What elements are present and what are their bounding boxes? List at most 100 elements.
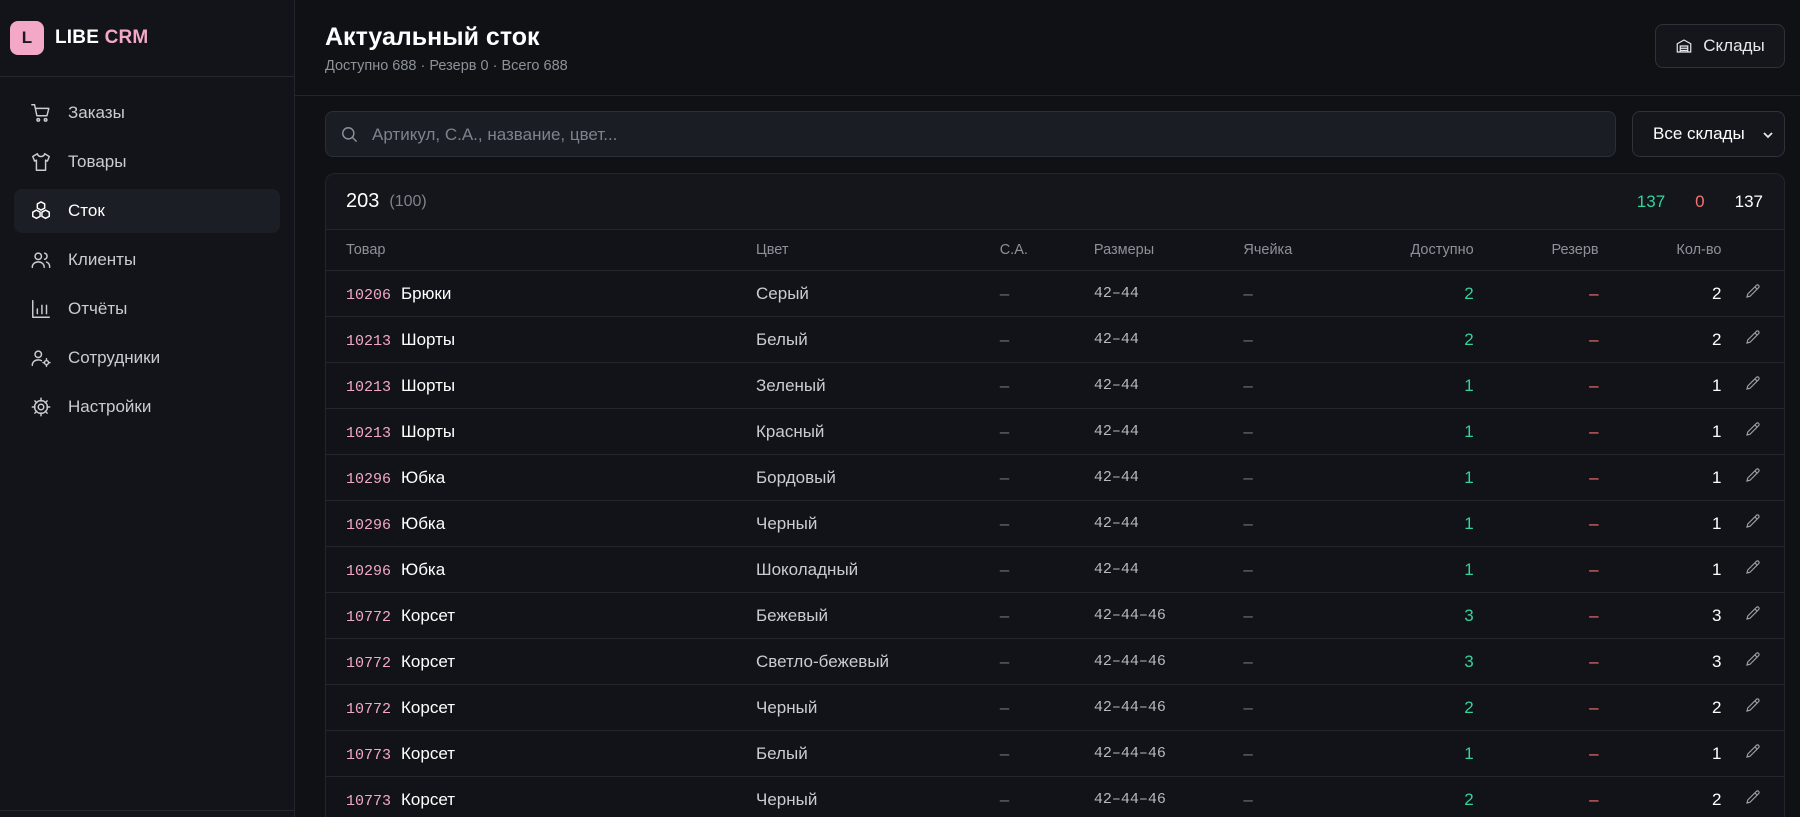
edit-button[interactable] bbox=[1721, 684, 1784, 731]
edit-button[interactable] bbox=[1721, 270, 1784, 317]
table-row[interactable]: 10772 Корсет Светло-бежевый –42–44–46–3–3 bbox=[326, 638, 1784, 685]
edit-button[interactable] bbox=[1721, 362, 1784, 409]
pencil-icon bbox=[1745, 422, 1760, 436]
warehouse-select-value: Все склады bbox=[1653, 124, 1745, 143]
table-row[interactable]: 10296 Юбка Бордовый –42–44–1–1 bbox=[326, 454, 1784, 501]
available-cell: 2 bbox=[1350, 316, 1474, 363]
sidebar-item-clients[interactable]: Клиенты bbox=[14, 238, 280, 282]
edit-button[interactable] bbox=[1721, 408, 1784, 455]
sizes-cell: 42–44 bbox=[1093, 408, 1244, 455]
sizes-cell: 42–44 bbox=[1093, 454, 1244, 501]
table-row[interactable]: 10296 Юбка Шоколадный –42–44–1–1 bbox=[326, 546, 1784, 593]
table-row[interactable]: 10296 Юбка Черный –42–44–1–1 bbox=[326, 500, 1784, 547]
edit-button[interactable] bbox=[1721, 500, 1784, 547]
bar-chart-icon bbox=[30, 298, 52, 320]
table-row[interactable]: 10213 Шорты Зеленый –42–44–1–1 bbox=[326, 362, 1784, 409]
edit-button[interactable] bbox=[1721, 592, 1784, 639]
color-cell: Черный bbox=[756, 776, 1000, 817]
available-cell: 1 bbox=[1350, 546, 1474, 593]
sidebar-item-employees[interactable]: Сотрудники bbox=[14, 336, 280, 380]
shirt-icon bbox=[30, 151, 52, 173]
available-cell: 1 bbox=[1350, 408, 1474, 455]
cell-location-cell: – bbox=[1243, 454, 1351, 501]
column-header-reserve[interactable]: Резерв bbox=[1473, 230, 1599, 271]
cart-icon bbox=[30, 102, 52, 124]
sidebar-item-settings[interactable]: Настройки bbox=[14, 385, 280, 429]
edit-button[interactable] bbox=[1721, 546, 1784, 593]
qty-cell: 1 bbox=[1598, 500, 1722, 547]
color-cell: Серый bbox=[756, 270, 1000, 317]
stock-table: Товар Цвет С.А. Размеры Ячейка Доступно … bbox=[326, 230, 1784, 817]
sa-cell: – bbox=[999, 362, 1094, 409]
available-cell: 1 bbox=[1350, 500, 1474, 547]
qty-cell: 1 bbox=[1598, 408, 1722, 455]
table-header-row: Товар Цвет С.А. Размеры Ячейка Доступно … bbox=[326, 230, 1784, 271]
pencil-icon bbox=[1745, 652, 1760, 666]
column-header-sizes[interactable]: Размеры bbox=[1093, 230, 1244, 271]
sizes-cell: 42–44 bbox=[1093, 362, 1244, 409]
page-title: Актуальный сток bbox=[325, 23, 540, 51]
edit-button[interactable] bbox=[1721, 638, 1784, 685]
column-header-color[interactable]: Цвет bbox=[756, 230, 1000, 271]
reserve-cell: – bbox=[1473, 362, 1599, 409]
table-row[interactable]: 10772 Корсет Бежевый –42–44–46–3–3 bbox=[326, 592, 1784, 639]
color-cell: Бордовый bbox=[756, 454, 1000, 501]
warehouses-button[interactable]: Склады bbox=[1655, 24, 1785, 68]
sa-cell: – bbox=[999, 500, 1094, 547]
color-cell: Черный bbox=[756, 684, 1000, 731]
edit-button[interactable] bbox=[1721, 454, 1784, 501]
reserve-cell: – bbox=[1473, 592, 1599, 639]
reserve-cell: – bbox=[1473, 500, 1599, 547]
sizes-cell: 42–44 bbox=[1093, 316, 1244, 363]
pencil-icon bbox=[1745, 560, 1760, 574]
column-header-cell[interactable]: Ячейка bbox=[1243, 230, 1351, 271]
table-row[interactable]: 10772 Корсет Черный –42–44–46–2–2 bbox=[326, 684, 1784, 731]
column-header-available[interactable]: Доступно bbox=[1350, 230, 1474, 271]
table-row[interactable]: 10773 Корсет Черный –42–44–46–2–2 bbox=[326, 776, 1784, 817]
edit-button[interactable] bbox=[1721, 730, 1784, 777]
warehouse-select[interactable]: Все склады bbox=[1632, 111, 1785, 157]
users-icon bbox=[30, 249, 52, 271]
column-header-sa[interactable]: С.А. bbox=[999, 230, 1094, 271]
cell-location-cell: – bbox=[1243, 362, 1351, 409]
pencil-icon bbox=[1745, 514, 1760, 528]
product-sku: 10213 bbox=[346, 378, 392, 396]
sidebar-item-products[interactable]: Товары bbox=[14, 140, 280, 184]
sa-cell: – bbox=[999, 592, 1094, 639]
table-row[interactable]: 10206 Брюки Серый –42–44–2–2 bbox=[326, 270, 1784, 317]
cell-location-cell: – bbox=[1243, 500, 1351, 547]
sidebar-item-label: Заказы bbox=[68, 103, 125, 122]
qty-cell: 1 bbox=[1598, 546, 1722, 593]
reserve-cell: – bbox=[1473, 454, 1599, 501]
sidebar-item-orders[interactable]: Заказы bbox=[14, 91, 280, 135]
edit-button[interactable] bbox=[1721, 316, 1784, 363]
table-body: 10206 Брюки Серый –42–44–2–2 10213 Шорты Белый… bbox=[326, 270, 1784, 817]
sa-cell: – bbox=[999, 730, 1094, 777]
sizes-cell: 42–44 bbox=[1093, 270, 1244, 317]
product-sku: 10772 bbox=[346, 608, 392, 626]
edit-button[interactable] bbox=[1721, 776, 1784, 817]
sa-cell: – bbox=[999, 638, 1094, 685]
column-header-qty[interactable]: Кол-во bbox=[1598, 230, 1722, 271]
cell-location-cell: – bbox=[1243, 684, 1351, 731]
cell-location-cell: – bbox=[1243, 592, 1351, 639]
chevron-down-icon bbox=[1763, 132, 1773, 139]
product-name: Корсет bbox=[401, 789, 456, 809]
sidebar-item-reports[interactable]: Отчёты bbox=[14, 287, 280, 331]
sa-cell: – bbox=[999, 270, 1094, 317]
product-sku: 10213 bbox=[346, 424, 392, 442]
product-name: Юбка bbox=[401, 559, 446, 579]
table-row[interactable]: 10773 Корсет Белый –42–44–46–1–1 bbox=[326, 730, 1784, 777]
search-input[interactable] bbox=[370, 112, 1604, 158]
table-row[interactable]: 10213 Шорты Красный –42–44–1–1 bbox=[326, 408, 1784, 455]
available-cell: 2 bbox=[1350, 684, 1474, 731]
brand[interactable]: L LIBE CRM bbox=[0, 0, 294, 77]
column-header-product[interactable]: Товар bbox=[326, 230, 757, 271]
product-name: Брюки bbox=[401, 283, 452, 303]
table-row[interactable]: 10213 Шорты Белый –42–44–2–2 bbox=[326, 316, 1784, 363]
sizes-cell: 42–44–46 bbox=[1093, 776, 1244, 817]
available-cell: 1 bbox=[1350, 730, 1474, 777]
search-icon bbox=[342, 127, 358, 143]
sidebar-item-stock[interactable]: Сток bbox=[14, 189, 280, 233]
sa-cell: – bbox=[999, 546, 1094, 593]
